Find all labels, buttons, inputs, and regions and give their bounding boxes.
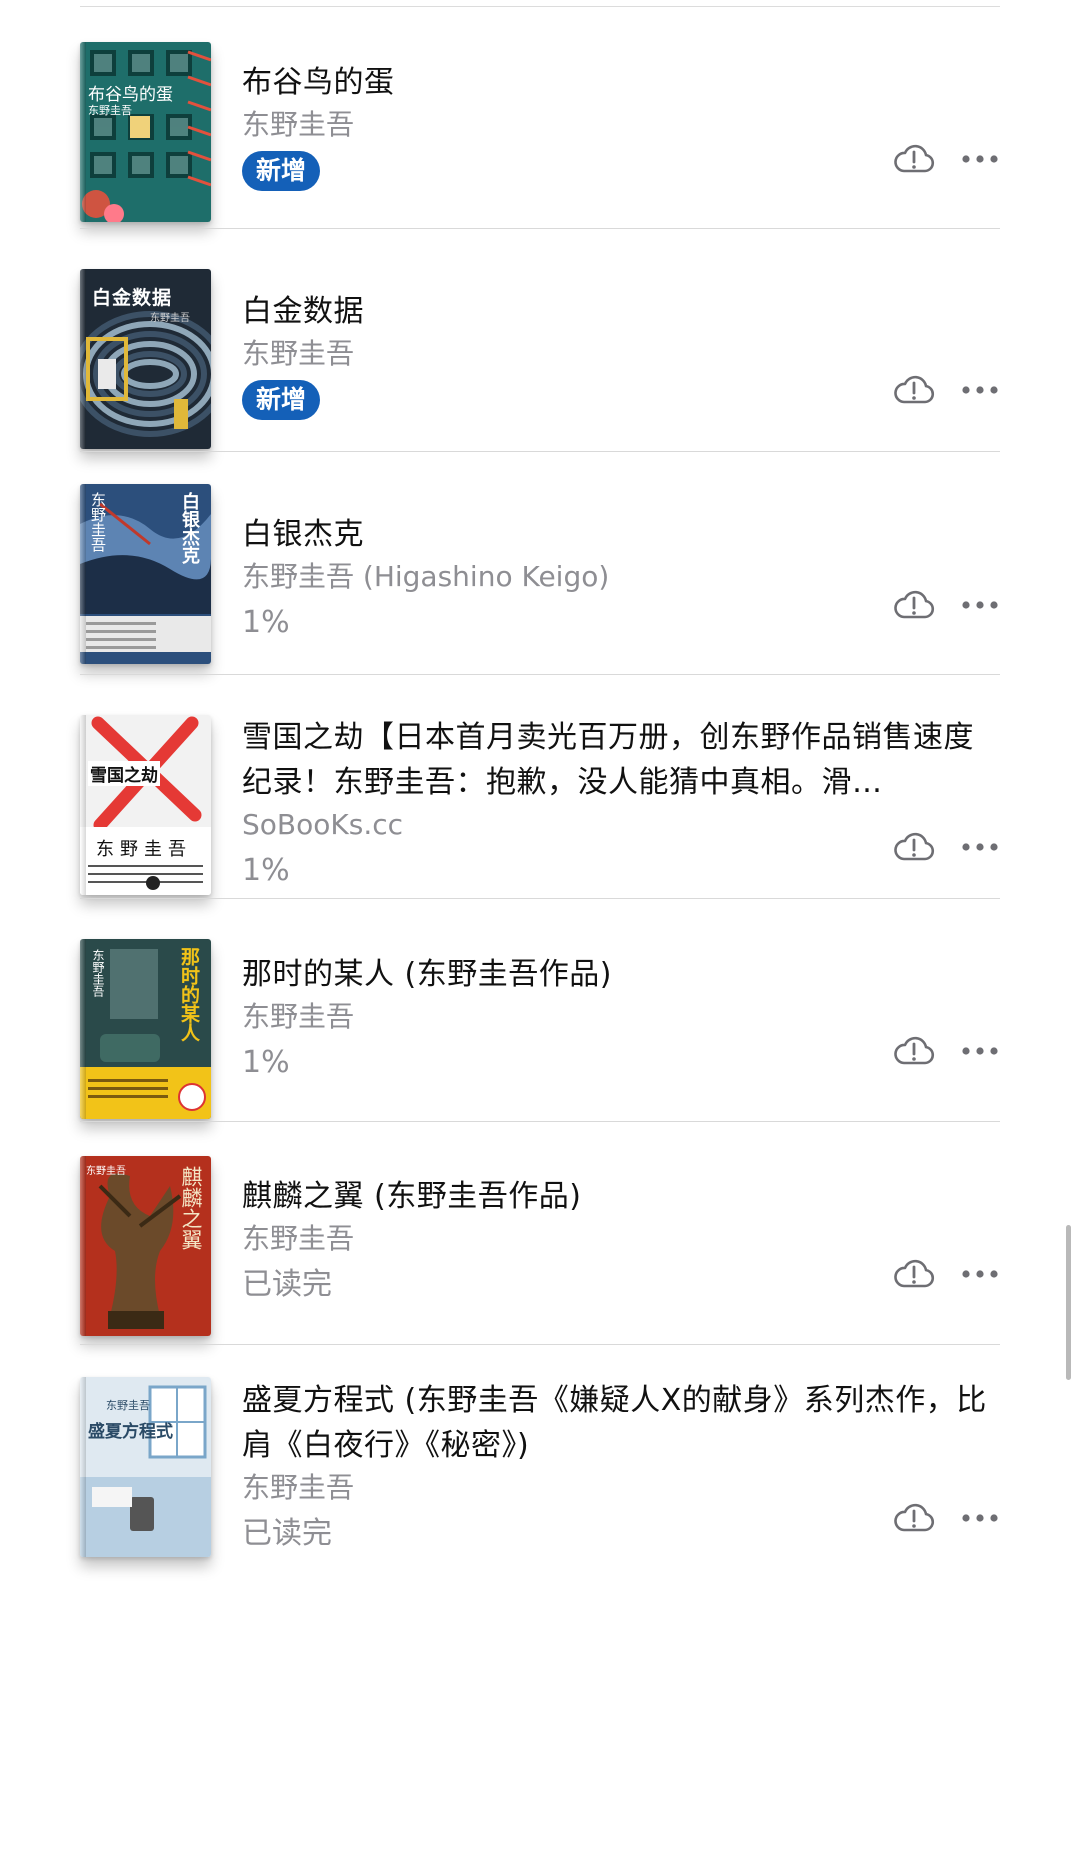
cloud-download-button[interactable] — [892, 141, 936, 177]
book-cover[interactable]: 布谷鸟的蛋 东野圭吾 — [80, 42, 211, 222]
more-horizontal-icon — [962, 155, 998, 163]
more-options-button[interactable] — [958, 1033, 1002, 1069]
cover-title: 盛夏方程式 — [88, 1422, 173, 1442]
more-horizontal-icon — [962, 1270, 998, 1278]
book-info: 盛夏方程式 (东野圭吾《嫌疑人X的献身》系列杰作，比肩《白夜行》《秘密》) 东野… — [242, 1378, 1002, 1554]
cover-author: 东野圭吾 — [106, 1399, 150, 1412]
cover-author: 东野圭吾 — [91, 949, 105, 997]
book-row[interactable]: 雪国之劫 东野圭吾 雪国之劫【日本首月卖光百万册，创东野作品销售速度纪录！东野圭… — [0, 675, 1080, 899]
book-author: 东野圭吾 — [242, 1222, 355, 1255]
cloud-download-button[interactable] — [892, 587, 936, 623]
cloud-alert-icon — [894, 144, 935, 173]
book-author: 东野圭吾 — [242, 108, 355, 141]
book-author: 东野圭吾 — [242, 1471, 355, 1504]
book-cover[interactable]: 盛夏方程式 东野圭吾 — [80, 1377, 211, 1557]
cover-artwork — [80, 715, 211, 895]
book-info: 雪国之劫【日本首月卖光百万册，创东野作品销售速度纪录！东野圭吾：抱歉，没人能猜中… — [242, 715, 1002, 891]
book-cover[interactable]: 雪国之劫 东野圭吾 — [80, 715, 211, 895]
more-options-button[interactable] — [958, 1256, 1002, 1292]
reading-progress: 已读完 — [242, 1267, 332, 1302]
cover-title: 白金数据 — [92, 287, 173, 309]
book-title[interactable]: 雪国之劫【日本首月卖光百万册，创东野作品销售速度纪录！东野圭吾：抱歉，没人能猜中… — [242, 715, 1002, 805]
cover-title: 白银杰克 — [179, 492, 200, 564]
reading-progress: 1% — [242, 1045, 290, 1080]
more-options-button[interactable] — [958, 141, 1002, 177]
book-author: 东野圭吾 (Higashino Keigo) — [242, 560, 610, 593]
book-title[interactable]: 布谷鸟的蛋 — [242, 60, 1002, 105]
book-info: 麒麟之翼 (东野圭吾作品) 东野圭吾 已读完 — [242, 1174, 1002, 1305]
cover-author: 东野圭吾 — [88, 104, 132, 117]
cloud-download-button[interactable] — [892, 372, 936, 408]
book-row[interactable]: 白金数据 东野圭吾 白金数据 东野圭吾 新增 — [0, 229, 1080, 452]
book-cover[interactable]: 白银杰克 东野圭吾 — [80, 484, 211, 664]
more-options-button[interactable] — [958, 372, 1002, 408]
more-horizontal-icon — [962, 1514, 998, 1522]
book-info: 那时的某人 (东野圭吾作品) 东野圭吾 1% — [242, 952, 1002, 1083]
cloud-alert-icon — [894, 1036, 935, 1065]
book-info: 白银杰克 东野圭吾 (Higashino Keigo) 1% — [242, 512, 1002, 643]
reading-progress: 1% — [242, 605, 290, 640]
book-author: 东野圭吾 — [242, 337, 355, 370]
cloud-alert-icon — [894, 1259, 935, 1288]
book-cover[interactable]: 白金数据 东野圭吾 — [80, 269, 211, 449]
cloud-download-button[interactable] — [892, 1033, 936, 1069]
cover-author: 东野圭吾 — [96, 839, 192, 860]
more-options-button[interactable] — [958, 829, 1002, 865]
more-options-button[interactable] — [958, 587, 1002, 623]
cloud-alert-icon — [894, 832, 935, 861]
scroll-indicator[interactable] — [1066, 1225, 1071, 1380]
new-badge: 新增 — [242, 380, 321, 420]
book-row[interactable]: 白银杰克 东野圭吾 白银杰克 东野圭吾 (Higashino Keigo) 1% — [0, 452, 1080, 675]
cover-title: 麒麟之翼 — [179, 1166, 203, 1250]
book-title[interactable]: 盛夏方程式 (东野圭吾《嫌疑人X的献身》系列杰作，比肩《白夜行》《秘密》) — [242, 1378, 1002, 1468]
reading-progress: 1% — [242, 853, 290, 888]
more-options-button[interactable] — [958, 1500, 1002, 1536]
book-title[interactable]: 白金数据 — [242, 289, 1002, 334]
cloud-download-button[interactable] — [892, 1256, 936, 1292]
book-title[interactable]: 白银杰克 — [242, 512, 1002, 557]
reading-progress: 已读完 — [242, 1516, 332, 1551]
library-view: 布谷鸟的蛋 东野圭吾 布谷鸟的蛋 东野圭吾 新增 白金数据 东野圭吾 白金数据 … — [0, 0, 1080, 1869]
book-row[interactable]: 盛夏方程式 东野圭吾 盛夏方程式 (东野圭吾《嫌疑人X的献身》系列杰作，比肩《白… — [0, 1345, 1080, 1869]
book-row[interactable]: 那时的某人 东野圭吾 那时的某人 (东野圭吾作品) 东野圭吾 1% — [0, 899, 1080, 1122]
cover-author: 东野圭吾 — [89, 492, 107, 552]
new-badge: 新增 — [242, 151, 321, 191]
book-info: 白金数据 东野圭吾 新增 — [242, 289, 1002, 420]
book-row[interactable]: 麒麟之翼 东野圭吾 麒麟之翼 (东野圭吾作品) 东野圭吾 已读完 — [0, 1122, 1080, 1345]
book-cover[interactable]: 麒麟之翼 东野圭吾 — [80, 1156, 211, 1336]
book-cover[interactable]: 那时的某人 东野圭吾 — [80, 939, 211, 1119]
cloud-alert-icon — [894, 375, 935, 404]
book-title[interactable]: 那时的某人 (东野圭吾作品) — [242, 952, 1002, 997]
book-author: 东野圭吾 — [242, 1000, 355, 1033]
book-title[interactable]: 麒麟之翼 (东野圭吾作品) — [242, 1174, 1002, 1219]
cloud-alert-icon — [894, 590, 935, 619]
cloud-alert-icon — [894, 1503, 935, 1532]
cover-title: 那时的某人 — [178, 947, 200, 1042]
cloud-download-button[interactable] — [892, 1500, 936, 1536]
cloud-download-button[interactable] — [892, 829, 936, 865]
cover-artwork — [80, 42, 211, 222]
more-horizontal-icon — [962, 601, 998, 609]
cover-author: 东野圭吾 — [150, 313, 190, 324]
more-horizontal-icon — [962, 1047, 998, 1055]
more-horizontal-icon — [962, 386, 998, 394]
cover-author: 东野圭吾 — [86, 1166, 126, 1177]
book-info: 布谷鸟的蛋 东野圭吾 新增 — [242, 60, 1002, 191]
book-author: SoBooKs.cc — [242, 808, 404, 841]
more-horizontal-icon — [962, 843, 998, 851]
cover-title: 雪国之劫 — [88, 761, 160, 786]
book-row[interactable]: 布谷鸟的蛋 东野圭吾 布谷鸟的蛋 东野圭吾 新增 — [0, 0, 1080, 229]
book-list: 布谷鸟的蛋 东野圭吾 布谷鸟的蛋 东野圭吾 新增 白金数据 东野圭吾 白金数据 … — [0, 0, 1080, 1869]
